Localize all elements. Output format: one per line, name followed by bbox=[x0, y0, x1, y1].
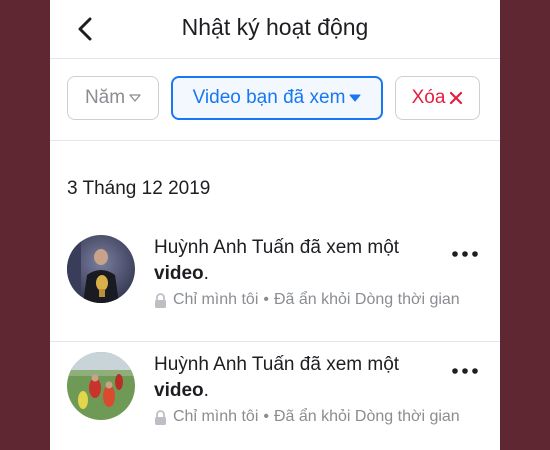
meta-separator: • bbox=[263, 408, 269, 425]
activity-log-screen: Nhật ký hoạt động Năm Video bạn đã xem X… bbox=[50, 0, 500, 450]
status-label: Đã ẩn khỏi Dòng thời gian bbox=[273, 291, 460, 308]
entry-description: Huỳnh Anh Tuấn đã xem một video. bbox=[154, 354, 400, 401]
meta-separator: • bbox=[263, 291, 269, 308]
lock-icon bbox=[154, 292, 167, 308]
more-options-button[interactable] bbox=[446, 243, 484, 265]
more-horizontal-icon bbox=[452, 251, 478, 257]
date-heading: 3 Tháng 12 2019 bbox=[67, 178, 211, 199]
more-horizontal-icon bbox=[452, 368, 478, 374]
delete-filter-label: Xóa bbox=[411, 87, 446, 108]
video-filter-button[interactable]: Video bạn đã xem bbox=[171, 76, 383, 120]
year-filter-label: Năm bbox=[84, 87, 126, 108]
status-label: Đã ẩn khỏi Dòng thời gian bbox=[273, 408, 460, 425]
privacy-label: Chỉ mình tôi bbox=[173, 408, 259, 425]
filter-bar: Năm Video bạn đã xem Xóa bbox=[50, 58, 500, 141]
avatar[interactable] bbox=[67, 235, 135, 303]
privacy-label: Chỉ mình tôi bbox=[173, 291, 259, 308]
close-icon bbox=[449, 91, 463, 105]
avatar[interactable] bbox=[67, 352, 135, 420]
activity-entry[interactable]: Huỳnh Anh Tuấn đã xem một video. Chỉ mìn… bbox=[50, 342, 500, 450]
delete-filter-button[interactable]: Xóa bbox=[395, 76, 480, 120]
triangle-down-outline-icon bbox=[129, 94, 141, 102]
lock-icon bbox=[154, 409, 167, 425]
activity-entry[interactable]: Huỳnh Anh Tuấn đã xem một video. Chỉ mìn… bbox=[50, 225, 500, 342]
triangle-down-icon bbox=[349, 94, 361, 102]
video-filter-label: Video bạn đã xem bbox=[192, 87, 346, 108]
entry-description: Huỳnh Anh Tuấn đã xem một video. bbox=[154, 237, 400, 284]
year-filter-button[interactable]: Năm bbox=[67, 76, 159, 120]
page-title: Nhật ký hoạt động bbox=[181, 14, 369, 40]
entry-meta: Chỉ mình tôi • Đã ẩn khỏi Dòng thời gian bbox=[154, 408, 460, 426]
more-options-button[interactable] bbox=[446, 360, 484, 382]
entry-meta: Chỉ mình tôi • Đã ẩn khỏi Dòng thời gian bbox=[154, 291, 460, 309]
header-bar: Nhật ký hoạt động bbox=[50, 0, 500, 59]
